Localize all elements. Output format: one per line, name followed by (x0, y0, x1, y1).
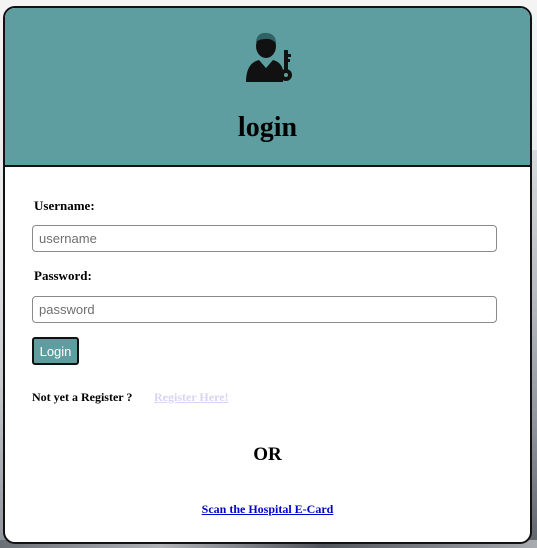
password-input[interactable] (32, 296, 497, 323)
login-card: login Username: Password: Login Not yet … (3, 6, 532, 544)
login-header: login (5, 8, 530, 167)
login-button[interactable]: Login (32, 337, 79, 365)
scan-ecard-link[interactable]: Scan the Hospital E-Card (202, 502, 334, 516)
password-label: Password: (34, 268, 92, 283)
username-label: Username: (34, 198, 95, 213)
ecard-link-wrapper: Scan the Hospital E-Card (5, 502, 530, 517)
user-with-key-icon (246, 32, 292, 82)
register-link[interactable]: Register Here! (154, 390, 229, 405)
page-title: login (237, 112, 298, 143)
register-prompt: Not yet a Register ? (32, 390, 133, 404)
or-divider: OR (253, 444, 282, 465)
username-input[interactable] (32, 225, 497, 252)
